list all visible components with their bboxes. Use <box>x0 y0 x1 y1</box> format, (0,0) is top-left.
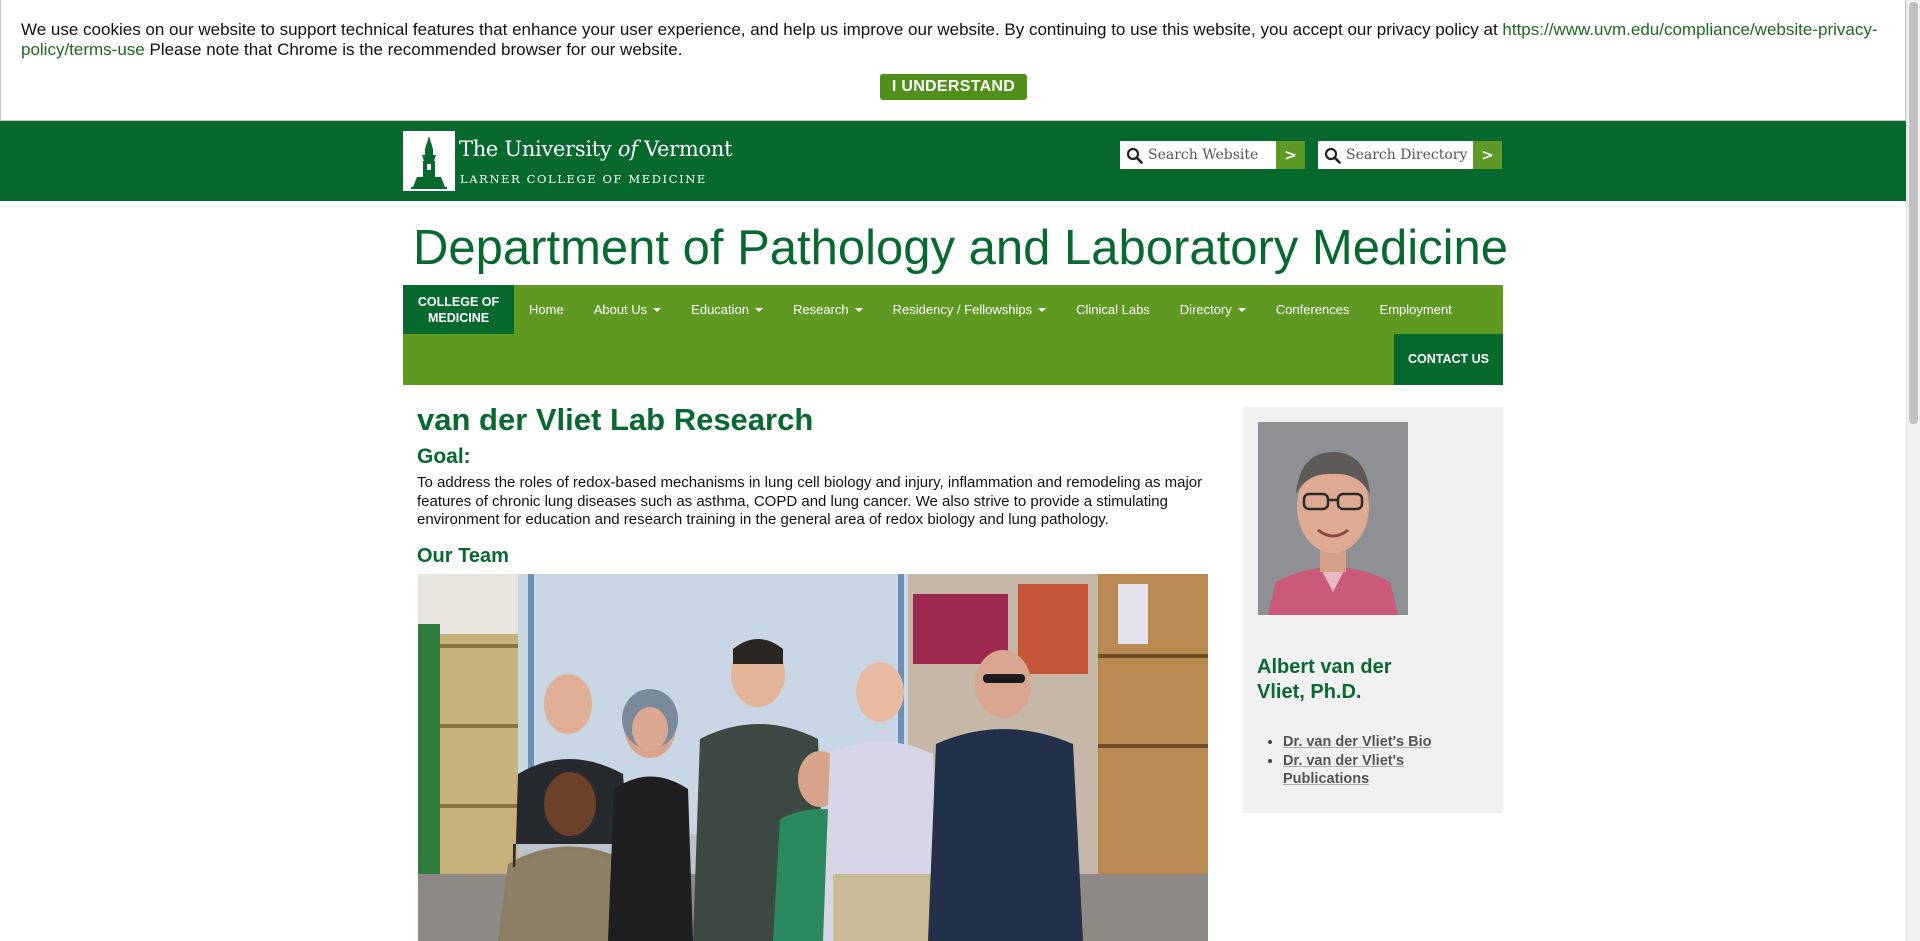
cookie-text: We use cookies on our website to support… <box>21 20 1503 39</box>
search-website-input[interactable] <box>1148 143 1272 167</box>
nav-item-about-us[interactable]: About Us <box>579 302 676 317</box>
logo-tower-icon <box>403 131 455 191</box>
nav-item-research[interactable]: Research <box>778 302 878 317</box>
cookie-note: Please note that Chrome is the recommend… <box>144 40 683 59</box>
caret-down-icon <box>1038 307 1047 312</box>
search-icon <box>1324 147 1341 164</box>
publications-link[interactable]: Dr. van der Vliet's Publications <box>1283 753 1404 788</box>
search-directory-box: > <box>1318 141 1502 169</box>
nav-items: Home About Us Education Research Residen… <box>514 285 1467 334</box>
team-photo <box>418 574 1208 941</box>
i-understand-button[interactable]: I UNDERSTAND <box>880 74 1027 100</box>
site-header: The University of Vermont LARNER COLLEGE… <box>0 121 1906 201</box>
search-directory-go-button[interactable]: > <box>1473 141 1502 169</box>
logo-subtitle: LARNER COLLEGE OF MEDICINE <box>460 172 707 186</box>
search-website-box: > <box>1120 141 1305 169</box>
caret-down-icon <box>755 307 763 312</box>
page-scrollbar[interactable] <box>1906 0 1920 941</box>
cookie-message: We use cookies on our website to support… <box>21 20 1881 60</box>
lab-title: van der Vliet Lab Research <box>417 402 814 437</box>
profile-name: Albert van der Vliet, Ph.D. <box>1257 656 1392 703</box>
logo-title: The University of Vermont <box>459 137 733 161</box>
nav-item-education[interactable]: Education <box>676 302 778 317</box>
caret-down-icon <box>854 307 863 312</box>
list-item: Dr. van der Vliet's Publications <box>1283 752 1463 789</box>
contact-us-button[interactable]: CONTACT US <box>1394 334 1503 385</box>
search-directory-input[interactable] <box>1346 143 1470 167</box>
list-item: Dr. van der Vliet's Bio <box>1283 733 1463 752</box>
college-line-2: MEDICINE <box>427 311 490 325</box>
caret-down-icon <box>653 307 662 312</box>
nav-item-home[interactable]: Home <box>514 302 579 317</box>
goal-text: To address the roles of redox-based mech… <box>417 474 1203 528</box>
search-icon <box>1126 147 1143 164</box>
team-heading: Our Team <box>417 545 509 567</box>
sidebar-profile: Albert van der Vliet, Ph.D. Dr. van der … <box>1243 407 1503 813</box>
profile-links: Dr. van der Vliet's Bio Dr. van der Vlie… <box>1283 733 1463 789</box>
scrollbar-thumb[interactable] <box>1909 2 1918 424</box>
main-nav: COLLEGE OF MEDICINE Home About Us Educat… <box>403 285 1503 385</box>
bio-link[interactable]: Dr. van der Vliet's Bio <box>1283 734 1432 750</box>
goal-heading: Goal: <box>417 445 471 468</box>
search-website-go-button[interactable]: > <box>1276 141 1305 169</box>
page-title[interactable]: Department of Pathology and Laboratory M… <box>413 220 1508 276</box>
nav-item-employment[interactable]: Employment <box>1365 302 1467 317</box>
nav-item-directory[interactable]: Directory <box>1165 302 1261 317</box>
caret-down-icon <box>1237 307 1246 312</box>
nav-item-conferences[interactable]: Conferences <box>1261 302 1365 317</box>
nav-item-residency-fellowships[interactable]: Residency / Fellowships <box>878 302 1061 317</box>
college-line-1: COLLEGE OF <box>417 295 500 309</box>
cookie-banner: We use cookies on our website to support… <box>0 0 1906 121</box>
nav-item-clinical-labs[interactable]: Clinical Labs <box>1061 302 1165 317</box>
college-of-medicine-link[interactable]: COLLEGE OF MEDICINE <box>403 285 514 334</box>
uvm-logo[interactable]: The University of Vermont LARNER COLLEGE… <box>403 131 733 191</box>
profile-photo <box>1258 422 1408 615</box>
